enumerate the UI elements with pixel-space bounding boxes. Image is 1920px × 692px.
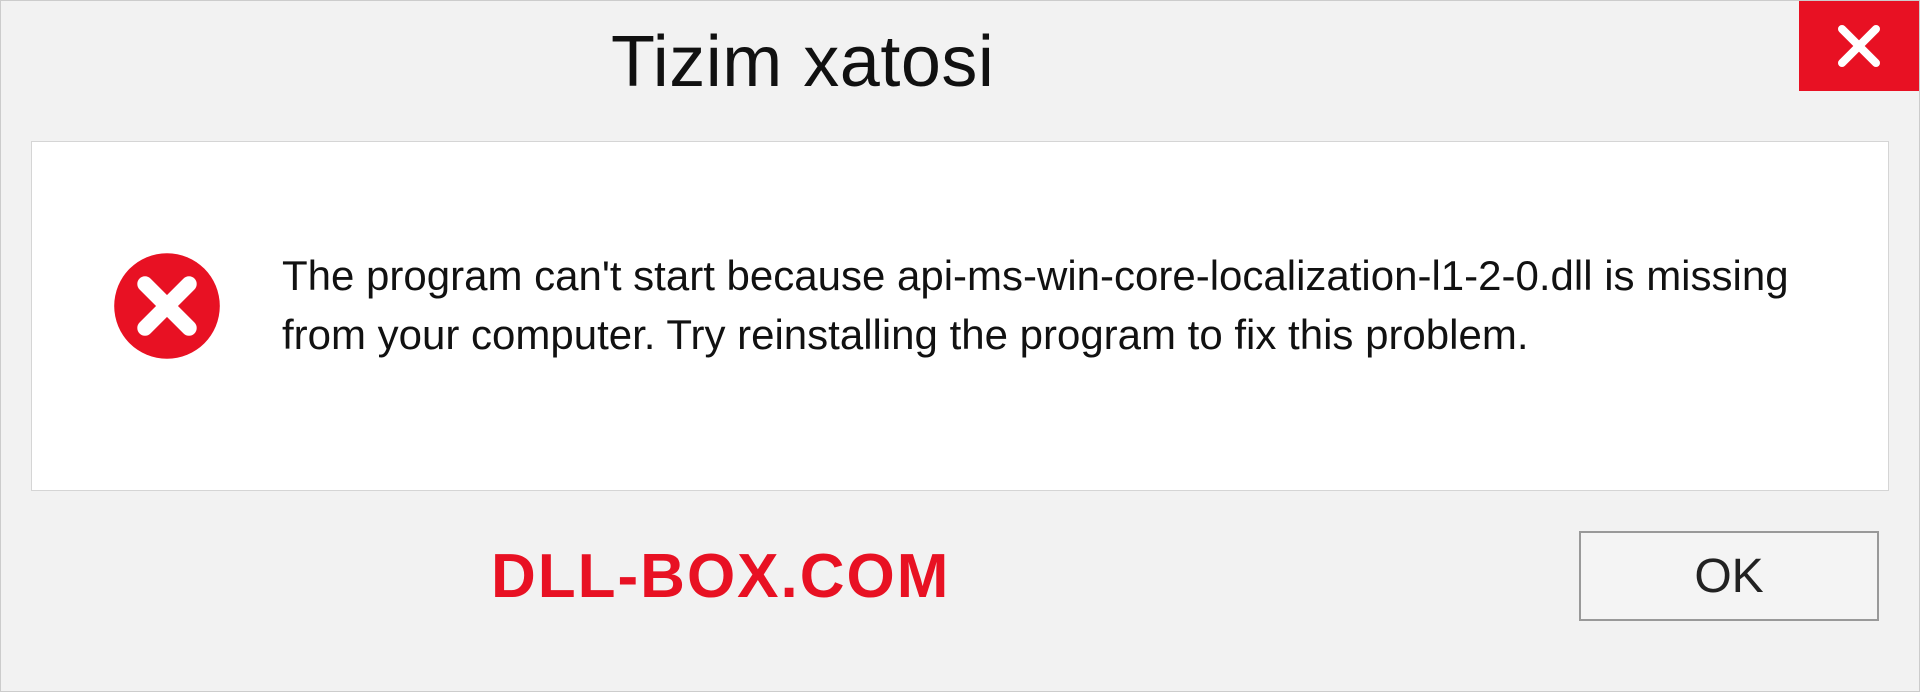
error-icon — [112, 251, 222, 361]
close-icon — [1834, 21, 1884, 71]
error-message: The program can't start because api-ms-w… — [282, 247, 1808, 365]
close-button[interactable] — [1799, 1, 1919, 91]
ok-button[interactable]: OK — [1579, 531, 1879, 621]
dialog-title: Tizim xatosi — [611, 21, 994, 103]
content-box: The program can't start because api-ms-w… — [31, 141, 1889, 491]
watermark-text: DLL-BOX.COM — [491, 541, 950, 612]
titlebar: Tizim xatosi — [1, 1, 1919, 121]
footer: DLL-BOX.COM OK — [1, 521, 1919, 651]
